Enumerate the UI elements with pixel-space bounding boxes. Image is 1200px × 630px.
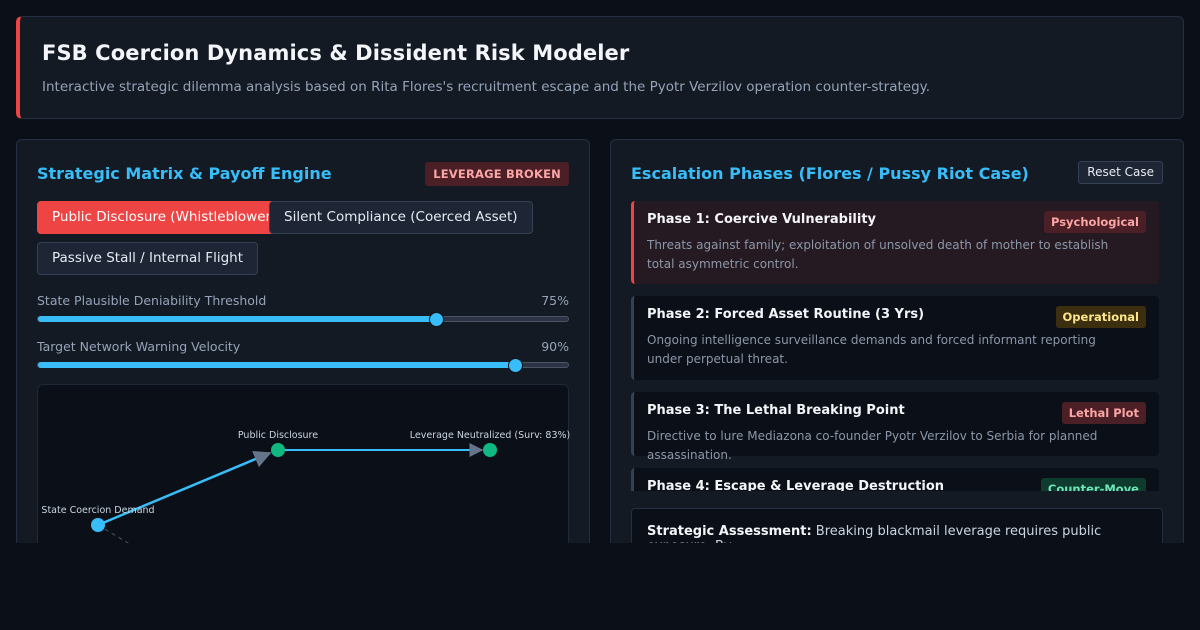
slider-value-deniability: 75%	[541, 293, 569, 308]
flow-svg: State Coercion Demand Public Disclosure …	[41, 430, 570, 543]
phase-description: Ongoing intelligence surveillance demand…	[647, 333, 1096, 366]
assessment-label: Strategic Assessment:	[647, 524, 812, 539]
phase-card-3[interactable]: Phase 3: The Lethal Breaking Point Letha…	[631, 392, 1159, 462]
slider-label-deniability: State Plausible Deniability Threshold	[37, 293, 267, 308]
node-public-disclosure[interactable]	[271, 443, 285, 457]
status-badge: LEVERAGE BROKEN	[425, 162, 569, 186]
dashed-edge	[97, 524, 129, 543]
slider-value-warning-velocity: 90%	[541, 339, 569, 354]
app-header: FSB Coercion Dynamics & Dissident Risk M…	[16, 16, 1184, 119]
phase-description: Directive to lure Mediazona co-founder P…	[647, 429, 1098, 462]
slider-fill	[38, 362, 515, 368]
slider-label-warning-velocity: Target Network Warning Velocity	[37, 339, 241, 354]
node-label-leverage-neutralized: Leverage Neutralized (Surv: 83%)	[410, 430, 570, 441]
slider-fill	[38, 316, 436, 322]
node-state-coercion[interactable]	[91, 518, 105, 532]
strategy-public-disclosure-button[interactable]: Public Disclosure (Whistleblower)	[37, 201, 292, 234]
phase-card-4[interactable]: Phase 4: Escape & Leverage Destruction C…	[631, 468, 1159, 491]
deniability-slider[interactable]	[37, 312, 569, 327]
panel-title: Strategic Matrix & Payoff Engine	[37, 164, 332, 183]
panel-title: Escalation Phases (Flores / Pussy Riot C…	[631, 164, 1029, 183]
phase-tag: Counter-Move	[1040, 478, 1146, 491]
node-label-public-disclosure: Public Disclosure	[238, 430, 318, 441]
phase-card-1[interactable]: Phase 1: Coercive Vulnerability Psycholo…	[631, 201, 1159, 284]
phase-list[interactable]: Phase 1: Coercive Vulnerability Psycholo…	[631, 201, 1159, 491]
phase-tag: Operational	[1055, 306, 1146, 328]
phase-description: Threats against family; exploitation of …	[647, 238, 1109, 271]
strategy-silent-compliance-button[interactable]: Silent Compliance (Coerced Asset)	[269, 201, 533, 234]
reset-case-button[interactable]: Reset Case	[1078, 161, 1163, 184]
phase-tag: Psychological	[1043, 211, 1146, 233]
strategic-assessment: Strategic Assessment: Breaking blackmail…	[631, 508, 1163, 543]
strategic-matrix-panel: Strategic Matrix & Payoff Engine LEVERAG…	[16, 139, 590, 543]
warning-velocity-slider[interactable]	[37, 358, 569, 373]
payoff-flow-graph: State Coercion Demand Public Disclosure …	[37, 384, 570, 543]
strategy-passive-stall-button[interactable]: Passive Stall / Internal Flight	[37, 242, 258, 275]
node-label-state-coercion: State Coercion Demand	[41, 505, 154, 516]
page-subtitle: Interactive strategic dilemma analysis b…	[42, 79, 931, 95]
slider-thumb[interactable]	[428, 312, 444, 327]
node-leverage-neutralized[interactable]	[483, 443, 497, 457]
page-title: FSB Coercion Dynamics & Dissident Risk M…	[42, 41, 630, 65]
slider-thumb[interactable]	[508, 358, 523, 373]
escalation-phases-panel: Escalation Phases (Flores / Pussy Riot C…	[610, 139, 1184, 543]
phase-tag: Lethal Plot	[1061, 402, 1146, 424]
phase-card-2[interactable]: Phase 2: Forced Asset Routine (3 Yrs) Op…	[631, 296, 1159, 380]
